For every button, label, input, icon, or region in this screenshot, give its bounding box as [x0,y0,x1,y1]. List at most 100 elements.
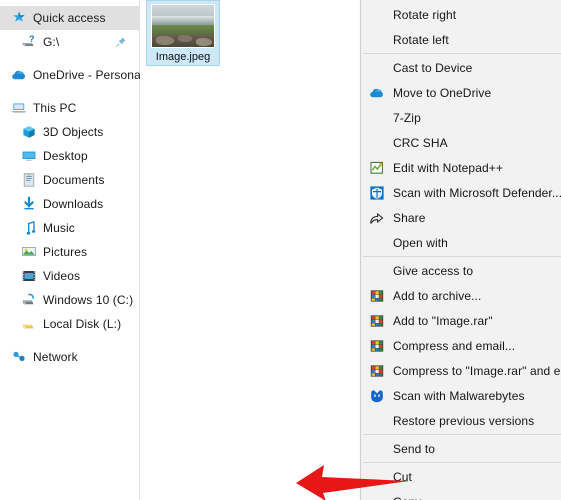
menu-item-add-to-image-rar[interactable]: Add to "Image.rar" [361,308,561,333]
pin-icon[interactable] [115,36,127,48]
menu-item-icon-none [367,7,387,23]
desktop-icon [20,148,37,164]
menu-item-cast-to-device[interactable]: Cast to Device [361,55,561,80]
menu-separator [363,53,561,54]
menu-item-label: Copy [393,495,561,500]
menu-item-move-to-onedrive[interactable]: Move to OneDrive [361,80,561,105]
menu-item-scan-with-microsoft-defender[interactable]: Scan with Microsoft Defender... [361,180,561,205]
menu-separator [363,256,561,257]
network-icon [10,349,27,365]
menu-item-scan-with-malwarebytes[interactable]: Scan with Malwarebytes [361,383,561,408]
sidebar-item-g[interactable]: ? G:\ [0,30,139,54]
menu-item-add-to-archive[interactable]: Add to archive... [361,283,561,308]
menu-item-label: Compress to "Image.rar" and email [393,363,561,378]
navigation-pane: Quick access ? G:\ OneDrive - Personal This … [0,0,144,500]
menu-item-label: Cast to Device [393,60,473,75]
menu-item-label: Give access to [393,263,474,278]
winrar-icon [367,288,387,304]
menu-item-rotate-left[interactable]: Rotate left [361,27,561,52]
menu-item-open-with[interactable]: Open with [361,230,561,255]
menu-item-icon-none [367,494,387,500]
menu-item-compress-to-image-rar-and-email[interactable]: Compress to "Image.rar" and email [361,358,561,383]
menu-item-label: Send to [393,441,436,456]
music-icon [20,220,37,236]
menu-item-label: Rotate left [393,32,449,47]
menu-item-icon-none [367,413,387,429]
sidebar-item-videos[interactable]: Videos [0,264,139,288]
sidebar-item-3d-objects[interactable]: 3D Objects [0,120,139,144]
sidebar-item-network[interactable]: Network [0,345,139,369]
3d-objects-icon [20,124,37,140]
menu-item-crc-sha[interactable]: CRC SHA [361,130,561,155]
sidebar-item-label: OneDrive - Personal [33,68,144,82]
file-item-selected[interactable]: Image.jpeg [146,0,220,66]
notepadpp-icon [367,160,387,176]
menu-item-icon-none [367,263,387,279]
defender-shield-icon [367,185,387,201]
documents-icon [20,172,37,188]
sidebar-item-desktop[interactable]: Desktop [0,144,139,168]
svg-text:?: ? [29,34,35,44]
sidebar-item-documents[interactable]: Documents [0,168,139,192]
onedrive-cloud-icon [10,67,27,83]
menu-item-label: Scan with Microsoft Defender... [393,185,561,200]
menu-item-label: Rotate right [393,7,457,22]
sidebar-item-label: Videos [43,269,81,283]
sidebar-item-label: Documents [43,173,105,187]
sidebar-item-label: Music [43,221,75,235]
sidebar-item-local-disk-l[interactable]: Local Disk (L:) [0,312,139,336]
sidebar-item-pictures[interactable]: Pictures [0,240,139,264]
menu-separator [363,462,561,463]
menu-item-edit-with-notepad[interactable]: Edit with Notepad++ [361,155,561,180]
winrar-icon [367,363,387,379]
sidebar-item-label: Network [33,350,78,364]
pictures-icon [20,244,37,260]
winrar-icon [367,338,387,354]
sidebar-item-label: Quick access [33,11,106,25]
menu-item-label: Move to OneDrive [393,85,492,100]
sidebar-item-quick-access[interactable]: Quick access [0,6,139,30]
menu-item-label: Scan with Malwarebytes [393,388,525,403]
file-name-label: Image.jpeg [155,51,211,63]
sidebar-item-downloads[interactable]: Downloads [0,192,139,216]
pin-star-icon [10,10,27,26]
videos-icon [20,268,37,284]
sidebar-item-label: Downloads [43,197,104,211]
onedrive-cloud-icon [367,85,387,101]
menu-item-label: Cut [393,469,412,484]
menu-item-icon-none [367,235,387,251]
file-thumbnail [151,4,215,48]
sidebar-item-label: This PC [33,101,77,115]
sidebar-item-label: Local Disk (L:) [43,317,122,331]
menu-item-share[interactable]: Share [361,205,561,230]
menu-item-label: CRC SHA [393,135,448,150]
menu-item-cut[interactable]: Cut [361,464,561,489]
menu-item-icon-none [367,32,387,48]
sidebar-item-label: Desktop [43,149,88,163]
sidebar-item-onedrive-personal[interactable]: OneDrive - Personal [0,63,144,87]
menu-item-icon-none [367,441,387,457]
menu-item-7-zip[interactable]: 7-Zip [361,105,561,130]
menu-item-send-to[interactable]: Send to [361,436,561,461]
menu-item-give-access-to[interactable]: Give access to [361,258,561,283]
sidebar-item-this-pc[interactable]: This PC [0,96,139,120]
sidebar-item-label: Pictures [43,245,88,259]
sidebar-item-windows-10-c[interactable]: Windows 10 (C:) [0,288,139,312]
malwarebytes-icon [367,388,387,404]
menu-item-label: Add to "Image.rar" [393,313,493,328]
menu-item-label: Compress and email... [393,338,516,353]
menu-item-rotate-right[interactable]: Rotate right [361,2,561,27]
sidebar-item-label: 3D Objects [43,125,104,139]
menu-item-copy[interactable]: Copy [361,489,561,500]
menu-item-label: Open with [393,235,448,250]
hard-drive-icon [20,292,37,308]
context-menu: Rotate right Rotate left Cast to Device Mov… [360,0,561,500]
menu-item-restore-previous-versions[interactable]: Restore previous versions [361,408,561,433]
menu-item-compress-and-email[interactable]: Compress and email... [361,333,561,358]
share-icon [367,210,387,226]
menu-item-icon-none [367,469,387,485]
menu-item-label: Add to archive... [393,288,482,303]
this-pc-icon [10,100,27,116]
sidebar-item-music[interactable]: Music [0,216,139,240]
menu-item-icon-none [367,135,387,151]
